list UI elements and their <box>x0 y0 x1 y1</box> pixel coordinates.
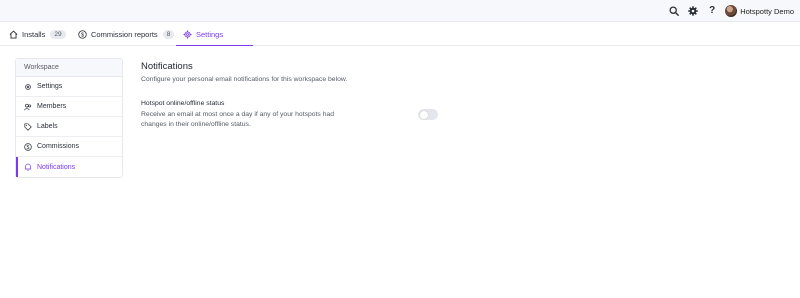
notifications-panel: Notifications Configure your personal em… <box>141 61 348 128</box>
sidebar-item-label: Labels <box>37 123 58 130</box>
help-icon[interactable]: ? <box>706 5 718 17</box>
count-badge: 29 <box>50 30 66 39</box>
dollar-icon: $ <box>24 142 32 151</box>
sidebar-item-settings[interactable]: Settings <box>16 77 122 97</box>
dollar-icon: $ <box>78 30 87 39</box>
tab-label: Commission reports <box>91 30 158 39</box>
gear-icon <box>24 83 32 91</box>
tab-settings[interactable]: Settings <box>176 23 253 46</box>
notification-setting: Hotspot online/offline status Receive an… <box>141 100 461 129</box>
user-menu[interactable]: Hotspotty Demo <box>725 5 794 17</box>
top-bar: ? Hotspotty Demo <box>0 0 800 22</box>
tab-installs[interactable]: Installs 29 <box>9 23 66 46</box>
gear-icon[interactable] <box>687 5 699 17</box>
sidebar-item-labels[interactable]: Labels <box>16 117 122 137</box>
top-bar-actions: ? Hotspotty Demo <box>661 0 794 22</box>
setting-title: Hotspot online/offline status <box>141 100 225 107</box>
sidebar-item-label: Settings <box>37 83 63 90</box>
tab-commission-reports[interactable]: $ Commission reports 8 <box>78 23 175 46</box>
count-badge: 8 <box>162 30 175 39</box>
hotspot-status-toggle[interactable] <box>418 109 438 120</box>
page-description: Configure your personal email notificati… <box>141 76 348 83</box>
sidebar-header: Workspace <box>16 59 122 77</box>
home-icon <box>9 30 18 39</box>
tab-label: Settings <box>196 29 224 39</box>
bell-icon <box>24 163 32 171</box>
tag-icon <box>24 122 32 131</box>
tab-label: Installs <box>22 30 46 39</box>
user-name: Hotspotty Demo <box>740 6 794 16</box>
sidebar-item-label: Members <box>37 103 67 110</box>
sidebar-item-commissions[interactable]: $ Commissions <box>16 137 122 157</box>
gear-icon <box>183 30 192 39</box>
sidebar-item-members[interactable]: Members <box>16 97 122 117</box>
sidebar-item-label: Notifications <box>37 163 76 171</box>
workspace-sidebar: Workspace Settings Members Labels $ Comm… <box>15 58 123 178</box>
page-title: Notifications <box>141 61 193 72</box>
sidebar-item-notifications[interactable]: Notifications <box>16 157 122 177</box>
search-icon[interactable] <box>668 5 680 17</box>
setting-description: Receive an email at most once a day if a… <box>141 111 335 128</box>
toggle-knob <box>419 110 428 119</box>
avatar <box>725 5 738 17</box>
svg-text:$: $ <box>27 144 30 150</box>
main-tabs: Installs 29 $ Commission reports 8 Setti… <box>0 23 800 46</box>
users-icon <box>24 103 32 111</box>
sidebar-item-label: Commissions <box>37 143 80 150</box>
